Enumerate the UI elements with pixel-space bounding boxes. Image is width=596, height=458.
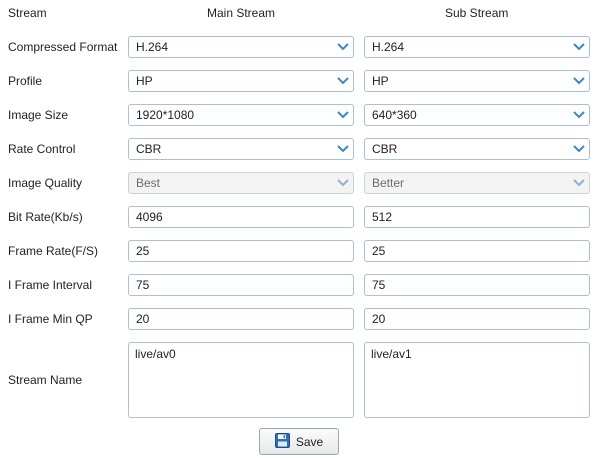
main-stream-name-textarea[interactable]: live/av0 (128, 342, 354, 418)
i-frame-interval-label: I Frame Interval (8, 278, 93, 292)
image-quality-label: Image Quality (8, 176, 83, 190)
sub-compressed-format-select[interactable]: H.264 (364, 36, 590, 58)
sub-image-size-select[interactable]: 640*360 (364, 104, 590, 126)
sub-rate-control-select[interactable]: CBR (364, 138, 590, 160)
chevron-down-icon (333, 37, 353, 57)
floppy-disk-icon (274, 432, 290, 451)
main-stream-name-value: live/av0 (135, 347, 176, 361)
main-profile-value: HP (136, 74, 153, 88)
main-image-size-select[interactable]: 1920*1080 (128, 104, 354, 126)
sub-stream-name-value: live/av1 (371, 347, 412, 361)
frame-rate-label: Frame Rate(F/S) (8, 244, 99, 258)
profile-label: Profile (8, 74, 43, 88)
main-rate-control-select[interactable]: CBR (128, 138, 354, 160)
column-header-stream: Stream (8, 6, 47, 20)
sub-image-quality-select[interactable]: Better (364, 172, 590, 194)
stream-name-label: Stream Name (8, 373, 83, 387)
sub-frame-rate-input[interactable]: 25 (364, 240, 590, 262)
sub-bit-rate-input[interactable]: 512 (364, 206, 590, 228)
chevron-down-icon (569, 173, 589, 193)
sub-bit-rate-value: 512 (372, 210, 393, 224)
sub-frame-rate-value: 25 (372, 244, 386, 258)
main-compressed-format-value: H.264 (136, 40, 169, 54)
chevron-down-icon (569, 105, 589, 125)
main-image-quality-select[interactable]: Best (128, 172, 354, 194)
sub-i-frame-min-qp-input[interactable]: 20 (364, 308, 590, 330)
sub-image-size-value: 640*360 (372, 108, 417, 122)
chevron-down-icon (333, 139, 353, 159)
main-i-frame-min-qp-input[interactable]: 20 (128, 308, 354, 330)
column-header-main-stream: Main Stream (207, 6, 276, 20)
image-size-label: Image Size (8, 108, 69, 122)
main-frame-rate-input[interactable]: 25 (128, 240, 354, 262)
main-image-size-value: 1920*1080 (136, 108, 195, 122)
bit-rate-label: Bit Rate(Kb/s) (8, 210, 83, 224)
save-button-label: Save (295, 434, 324, 449)
sub-profile-value: HP (372, 74, 389, 88)
main-i-frame-min-qp-value: 20 (136, 312, 150, 326)
sub-profile-select[interactable]: HP (364, 70, 590, 92)
main-i-frame-interval-input[interactable]: 75 (128, 274, 354, 296)
sub-rate-control-value: CBR (372, 142, 398, 156)
sub-compressed-format-value: H.264 (372, 40, 405, 54)
chevron-down-icon (333, 173, 353, 193)
main-i-frame-interval-value: 75 (136, 278, 150, 292)
chevron-down-icon (569, 139, 589, 159)
column-header-sub-stream: Sub Stream (445, 6, 509, 20)
sub-image-quality-value: Better (372, 176, 405, 190)
sub-i-frame-interval-value: 75 (372, 278, 386, 292)
i-frame-min-qp-label: I Frame Min QP (8, 312, 93, 326)
main-bit-rate-input[interactable]: 4096 (128, 206, 354, 228)
sub-i-frame-interval-input[interactable]: 75 (364, 274, 590, 296)
main-compressed-format-select[interactable]: H.264 (128, 36, 354, 58)
chevron-down-icon (569, 37, 589, 57)
main-frame-rate-value: 25 (136, 244, 150, 258)
chevron-down-icon (569, 71, 589, 91)
sub-stream-name-textarea[interactable]: live/av1 (364, 342, 590, 418)
sub-i-frame-min-qp-value: 20 (372, 312, 386, 326)
compressed-format-label: Compressed Format (8, 40, 118, 54)
chevron-down-icon (333, 71, 353, 91)
rate-control-label: Rate Control (8, 142, 76, 156)
main-rate-control-value: CBR (136, 142, 162, 156)
chevron-down-icon (333, 105, 353, 125)
main-image-quality-value: Best (136, 176, 161, 190)
save-button[interactable]: Save (259, 428, 339, 455)
main-profile-select[interactable]: HP (128, 70, 354, 92)
main-bit-rate-value: 4096 (136, 210, 163, 224)
